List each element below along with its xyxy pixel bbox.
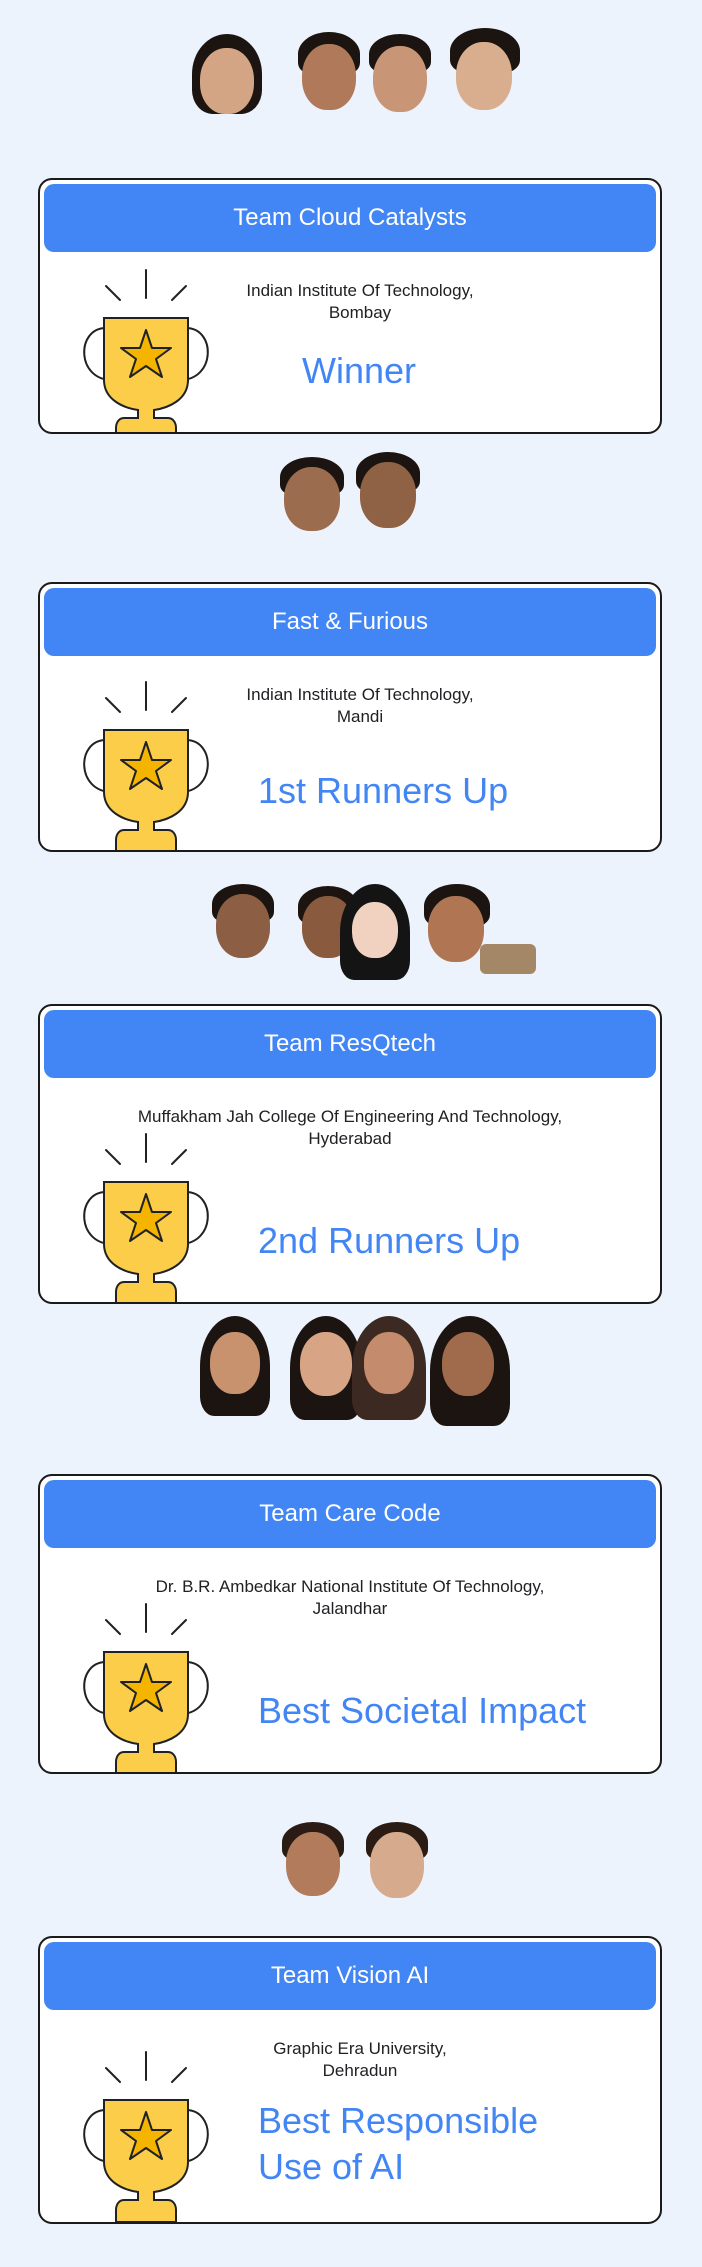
award-line-1: Winner <box>302 350 417 391</box>
team-section-fast-furious: Fast & Furious Indian Institute Of Techn… <box>0 440 702 860</box>
award-line-2: Use of AI <box>258 2146 405 2187</box>
team-name: Fast & Furious <box>44 588 656 656</box>
team-photo <box>0 432 702 582</box>
college-line-1: Muffakham Jah College Of Engineering And… <box>137 1107 563 1126</box>
team-card: Team ResQtech Muffakham Jah College Of E… <box>38 1004 662 1304</box>
trophy-icon <box>83 269 209 432</box>
award-title: 2nd Runners Up <box>258 1218 520 1264</box>
team-section-resqtech: Team ResQtech Muffakham Jah College Of E… <box>0 860 702 1310</box>
team-name: Team Cloud Catalysts <box>44 184 656 252</box>
award-title: Best Societal Impact <box>258 1688 586 1734</box>
team-section-care-code: Team Care Code Dr. B.R. Ambedkar Nationa… <box>0 1310 702 1774</box>
team-name: Team Care Code <box>44 1480 656 1548</box>
award-line-1: 1st Runners Up <box>258 770 509 811</box>
team-section-vision-ai: Team Vision AI Graphic Era University, D… <box>0 1820 702 2267</box>
trophy-icon <box>83 2051 209 2222</box>
team-photo <box>0 1784 702 1934</box>
team-section-cloud-catalysts: Team Cloud Catalysts Indian Institute Of… <box>0 0 702 440</box>
awards-page: { "teams": [ { "name": "Team Cloud Catal… <box>0 0 702 2267</box>
team-name: Team Vision AI <box>44 1942 656 2010</box>
trophy-icon <box>83 681 209 850</box>
team-card: Team Care Code Dr. B.R. Ambedkar Nationa… <box>38 1474 662 1774</box>
award-title: Winner <box>302 348 416 394</box>
team-card: Team Vision AI Graphic Era University, D… <box>38 1936 662 2224</box>
award-title: 1st Runners Up <box>258 768 508 814</box>
team-card: Team Cloud Catalysts Indian Institute Of… <box>38 178 662 434</box>
trophy-icon <box>83 1133 209 1302</box>
college-line-1: Dr. B.R. Ambedkar National Institute Of … <box>155 1577 545 1596</box>
team-photo <box>0 1306 702 1456</box>
award-title: Best Responsible Use of AI <box>258 2098 538 2190</box>
award-line-1: Best Societal Impact <box>258 1690 587 1731</box>
team-name: Team ResQtech <box>44 1010 656 1078</box>
team-photo <box>0 864 702 1014</box>
award-line-1: Best Responsible <box>258 2100 539 2141</box>
trophy-icon <box>83 1603 209 1772</box>
team-photo <box>0 28 702 178</box>
award-line-1: 2nd Runners Up <box>258 1220 521 1261</box>
team-card: Fast & Furious Indian Institute Of Techn… <box>38 582 662 852</box>
